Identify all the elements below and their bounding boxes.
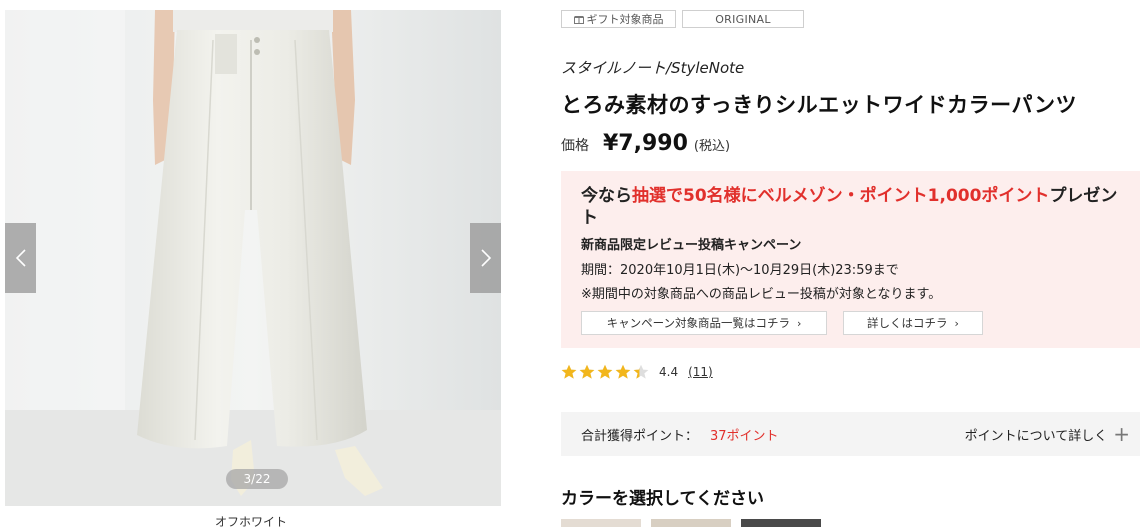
points-detail-toggle[interactable]: ポイントについて詳しく + (965, 424, 1130, 444)
product-title: とろみ素材のすっきりシルエットワイドカラーパンツ (561, 93, 1077, 117)
star-icon (615, 364, 631, 379)
color-swatch[interactable] (561, 519, 641, 527)
star-icon (633, 364, 649, 379)
color-swatch[interactable] (651, 519, 731, 527)
points-label: 合計獲得ポイント： (581, 428, 699, 444)
image-counter: 3/22 (226, 469, 288, 489)
tax-note: (税込) (693, 139, 731, 154)
campaign-note: ※期間中の対象商品への商品レビュー投稿が対象となります。 (581, 287, 942, 302)
color-select-heading: カラーを選択してください (561, 489, 764, 509)
image-color-caption: オフホワイト (215, 515, 288, 529)
points-bar: 合計獲得ポイント： 37ポイント ポイントについて詳しく + (561, 412, 1140, 456)
campaign-headline: 今なら抽選で50名様にベルメゾン・ポイント1,000ポイントプレゼント (581, 185, 1131, 229)
brand-name[interactable]: スタイルノート/StyleNote (561, 57, 744, 78)
original-tag: ORIGINAL (682, 10, 804, 28)
plus-icon: + (1113, 422, 1130, 446)
points-summary: 合計獲得ポイント： 37ポイント (581, 425, 779, 444)
campaign-period: 期間：2020年10月1日(木)〜10月29日(木)23:59まで (581, 263, 899, 278)
star-icon (579, 364, 595, 379)
star-icon (561, 364, 577, 379)
review-count-link[interactable]: (11) (688, 365, 713, 379)
rating-stars (561, 364, 649, 380)
rating-value: 4.4 (659, 365, 679, 379)
chevron-right-icon: › (954, 316, 959, 330)
product-photo (5, 10, 501, 506)
campaign-subtitle: 新商品限定レビュー投稿キャンペーン (581, 238, 802, 253)
star-icon (597, 364, 613, 379)
color-swatches (561, 519, 821, 527)
campaign-items-link[interactable]: キャンペーン対象商品一覧はコチラ › (581, 311, 827, 335)
chevron-left-icon (15, 249, 26, 267)
review-campaign-banner: 今なら抽選で50名様にベルメゾン・ポイント1,000ポイントプレゼント 新商品限… (561, 171, 1140, 348)
chevron-right-icon (480, 249, 491, 267)
campaign-head-pre: 今なら (581, 186, 632, 206)
campaign-head-highlight: 抽選で50名様にベルメゾン・ポイント1,000ポイント (632, 186, 1050, 206)
rating-row: 4.4 (11) (561, 364, 713, 380)
gift-tag: ギフト対象商品 (561, 10, 676, 28)
campaign-detail-link-label: 詳しくはコチラ (867, 316, 948, 330)
gift-icon (573, 16, 584, 24)
gallery-prev-button[interactable] (5, 223, 36, 293)
price-row: 価格 ¥7,990 (税込) (561, 131, 730, 156)
gallery-next-button[interactable] (470, 223, 501, 293)
points-detail-label: ポイントについて詳しく (964, 428, 1108, 444)
product-tags: ギフト対象商品 ORIGINAL (561, 10, 804, 28)
campaign-detail-link[interactable]: 詳しくはコチラ › (843, 311, 983, 335)
chevron-right-icon: › (797, 316, 802, 330)
product-image-gallery[interactable]: 3/22 (5, 10, 501, 506)
campaign-links: キャンペーン対象商品一覧はコチラ › 詳しくはコチラ › (581, 311, 1140, 335)
price-value: ¥7,990 (603, 131, 688, 156)
price-label: 価格 (561, 138, 589, 154)
points-value: 37ポイント (710, 428, 779, 444)
gift-tag-label: ギフト対象商品 (586, 13, 664, 26)
campaign-items-link-label: キャンペーン対象商品一覧はコチラ (606, 316, 791, 330)
color-swatch[interactable] (741, 519, 821, 527)
